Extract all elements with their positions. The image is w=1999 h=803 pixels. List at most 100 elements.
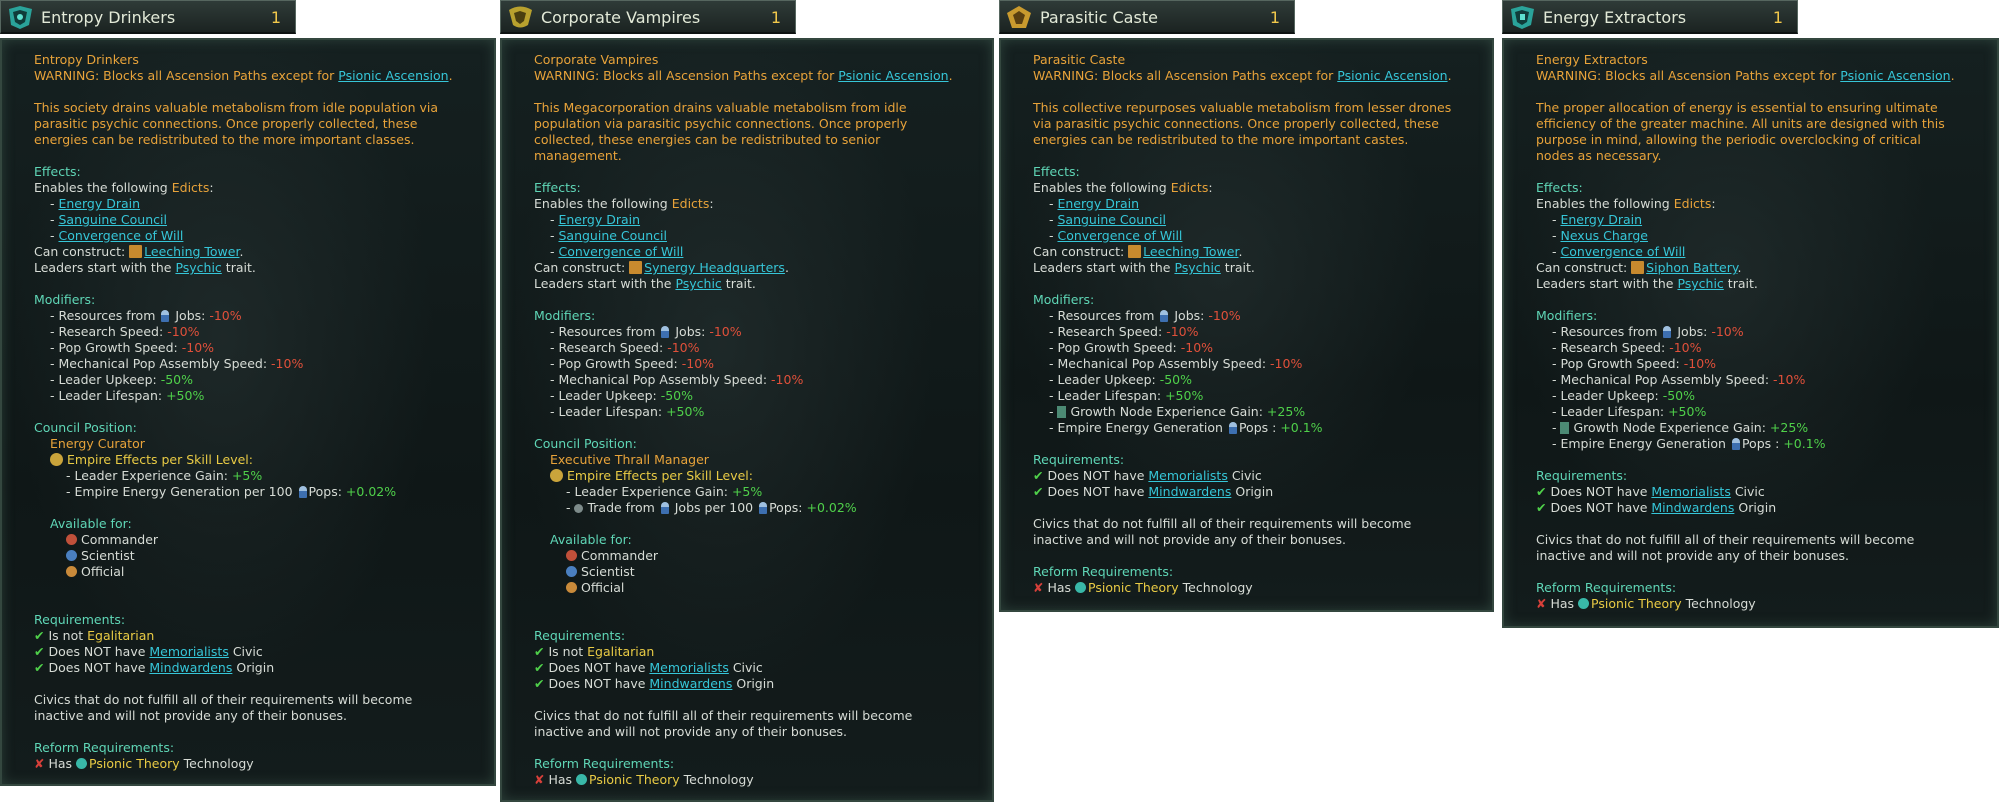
class-scientist: Scientist (34, 548, 484, 564)
mindwardens-link[interactable]: Mindwardens (149, 660, 232, 675)
modifier-lifespan: - Leader Lifespan: +50% (50, 388, 205, 403)
edict-link[interactable]: Nexus Charge (1560, 228, 1647, 243)
reform-item: ✘ Has Psionic Theory Technology (1536, 596, 1756, 611)
check-icon: ✔ (534, 660, 545, 675)
edict-item: - Convergence of Will (1049, 228, 1183, 243)
edict-link[interactable]: Convergence of Will (558, 244, 683, 259)
cross-icon: ✘ (1536, 596, 1547, 611)
edict-link[interactable]: Convergence of Will (1560, 244, 1685, 259)
psychic-link[interactable]: Psychic (1677, 276, 1723, 291)
modifier-growth-node: - Growth Node Experience Gain: +25% (1552, 420, 1809, 435)
requirements-heading: Requirements: (1536, 468, 1628, 483)
council-role: Executive Thrall Manager (550, 452, 709, 467)
civics-note: inactive and will not provide any of the… (1536, 548, 1850, 563)
construct-line: Can construct: Leeching Tower. (34, 244, 244, 259)
civic-card-energy-extractors: Energy Extractors 1 Energy Extractors WA… (1502, 0, 1999, 628)
enables-edicts-line: Enables the following Edicts: (1536, 196, 1716, 211)
check-icon: ✔ (1536, 484, 1547, 499)
civic-header[interactable]: Energy Extractors 1 (1502, 0, 1798, 34)
modifier-growth-node: - Growth Node Experience Gain: +25% (1049, 404, 1306, 419)
edict-item: - Sanguine Council (1049, 212, 1166, 227)
description-line: This society drains valuable metabolism … (34, 100, 439, 115)
civic-header[interactable]: Corporate Vampires 1 (500, 0, 796, 34)
reform-heading: Reform Requirements: (1033, 564, 1174, 579)
mindwardens-link[interactable]: Mindwardens (1148, 484, 1231, 499)
growth-node-icon (1057, 406, 1067, 418)
civic-header[interactable]: Entropy Drinkers 1 (0, 0, 296, 34)
warning-line: WARNING: Blocks all Ascension Paths exce… (34, 68, 453, 83)
tooltip-title: Corporate Vampires (534, 52, 659, 67)
growth-node-icon (1560, 422, 1570, 434)
building-link[interactable]: Leeching Tower (1143, 244, 1238, 259)
tooltip-panel: Parasitic Caste WARNING: Blocks all Asce… (999, 38, 1494, 612)
cross-icon: ✘ (34, 756, 45, 771)
enables-edicts-line: Enables the following Edicts: (34, 180, 214, 195)
council-effect: - Empire Energy Generation per 100 Pops:… (66, 484, 397, 499)
edict-item: - Sanguine Council (550, 228, 667, 243)
modifier-mech: - Mechanical Pop Assembly Speed: -10% (550, 372, 804, 387)
cross-icon: ✘ (1033, 580, 1044, 595)
modifier-energy: - Empire Energy Generation Pops : +0.1% (1552, 436, 1826, 451)
description-line: This Megacorporation drains valuable met… (534, 100, 907, 115)
tech-icon (1578, 598, 1590, 609)
requirement-item: ✔ Does NOT have Mindwardens Origin (1536, 500, 1777, 515)
requirement-item: ✔ Does NOT have Mindwardens Origin (534, 676, 775, 691)
modifier-research: - Research Speed: -10% (550, 340, 700, 355)
memorialists-link[interactable]: Memorialists (149, 644, 228, 659)
edict-link[interactable]: Energy Drain (558, 212, 640, 227)
edict-item: - Energy Drain (1049, 196, 1140, 211)
requirement-item: ✔ Does NOT have Mindwardens Origin (1033, 484, 1274, 499)
building-link[interactable]: Synergy Headquarters (644, 260, 785, 275)
edict-item: - Sanguine Council (50, 212, 167, 227)
construct-line: Can construct: Siphon Battery. (1536, 260, 1742, 275)
psionic-ascension-link[interactable]: Psionic Ascension (838, 68, 948, 83)
modifier-pop-growth: - Pop Growth Speed: -10% (1552, 356, 1717, 371)
modifier-resources: - Resources from Jobs: -10% (50, 308, 242, 323)
edict-link[interactable]: Energy Drain (1560, 212, 1642, 227)
civic-emblem-icon (1511, 6, 1534, 29)
pop-icon (661, 326, 670, 338)
pop-icon (660, 502, 669, 514)
memorialists-link[interactable]: Memorialists (1148, 468, 1227, 483)
warning-line: WARNING: Blocks all Ascension Paths exce… (534, 68, 953, 83)
edict-link[interactable]: Energy Drain (58, 196, 140, 211)
psychic-link[interactable]: Psychic (175, 260, 221, 275)
civic-title: Entropy Drinkers (41, 8, 176, 27)
mindwardens-link[interactable]: Mindwardens (1651, 500, 1734, 515)
modifier-mech: - Mechanical Pop Assembly Speed: -10% (1049, 356, 1303, 371)
psychic-link[interactable]: Psychic (1174, 260, 1220, 275)
civic-title: Parasitic Caste (1040, 8, 1158, 27)
building-link[interactable]: Leeching Tower (144, 244, 239, 259)
edict-link[interactable]: Convergence of Will (1057, 228, 1182, 243)
modifier-upkeep: - Leader Upkeep: -50% (550, 388, 694, 403)
psionic-ascension-link[interactable]: Psionic Ascension (338, 68, 448, 83)
psionic-ascension-link[interactable]: Psionic Ascension (1840, 68, 1950, 83)
edict-link[interactable]: Convergence of Will (58, 228, 183, 243)
pop-icon (1731, 438, 1740, 450)
edict-item: - Energy Drain (50, 196, 141, 211)
edict-item: - Nexus Charge (1552, 228, 1648, 243)
civics-note: Civics that do not fulfill all of their … (534, 708, 913, 723)
civic-header[interactable]: Parasitic Caste 1 (999, 0, 1295, 34)
warning-line: WARNING: Blocks all Ascension Paths exce… (1033, 68, 1452, 83)
check-icon: ✔ (34, 628, 45, 643)
check-icon: ✔ (534, 676, 545, 691)
psychic-link[interactable]: Psychic (675, 276, 721, 291)
edict-link[interactable]: Energy Drain (1057, 196, 1139, 211)
civics-note: inactive and will not provide any of the… (1033, 532, 1347, 547)
official-icon (66, 566, 77, 577)
mindwardens-link[interactable]: Mindwardens (649, 676, 732, 691)
class-official: Official (34, 564, 484, 580)
available-for-heading: Available for: (50, 516, 132, 531)
memorialists-link[interactable]: Memorialists (649, 660, 728, 675)
edict-link[interactable]: Sanguine Council (1057, 212, 1165, 227)
edict-link[interactable]: Sanguine Council (558, 228, 666, 243)
psionic-ascension-link[interactable]: Psionic Ascension (1337, 68, 1447, 83)
council-effect: - Trade from Jobs per 100 Pops: +0.02% (566, 500, 857, 515)
leader-trait-line: Leaders start with the Psychic trait. (1536, 276, 1758, 291)
building-link[interactable]: Siphon Battery (1646, 260, 1737, 275)
edict-link[interactable]: Sanguine Council (58, 212, 166, 227)
requirement-item: ✔ Does NOT have Memorialists Civic (34, 644, 263, 659)
memorialists-link[interactable]: Memorialists (1651, 484, 1730, 499)
tooltip-panel: Energy Extractors WARNING: Blocks all As… (1502, 38, 1999, 628)
